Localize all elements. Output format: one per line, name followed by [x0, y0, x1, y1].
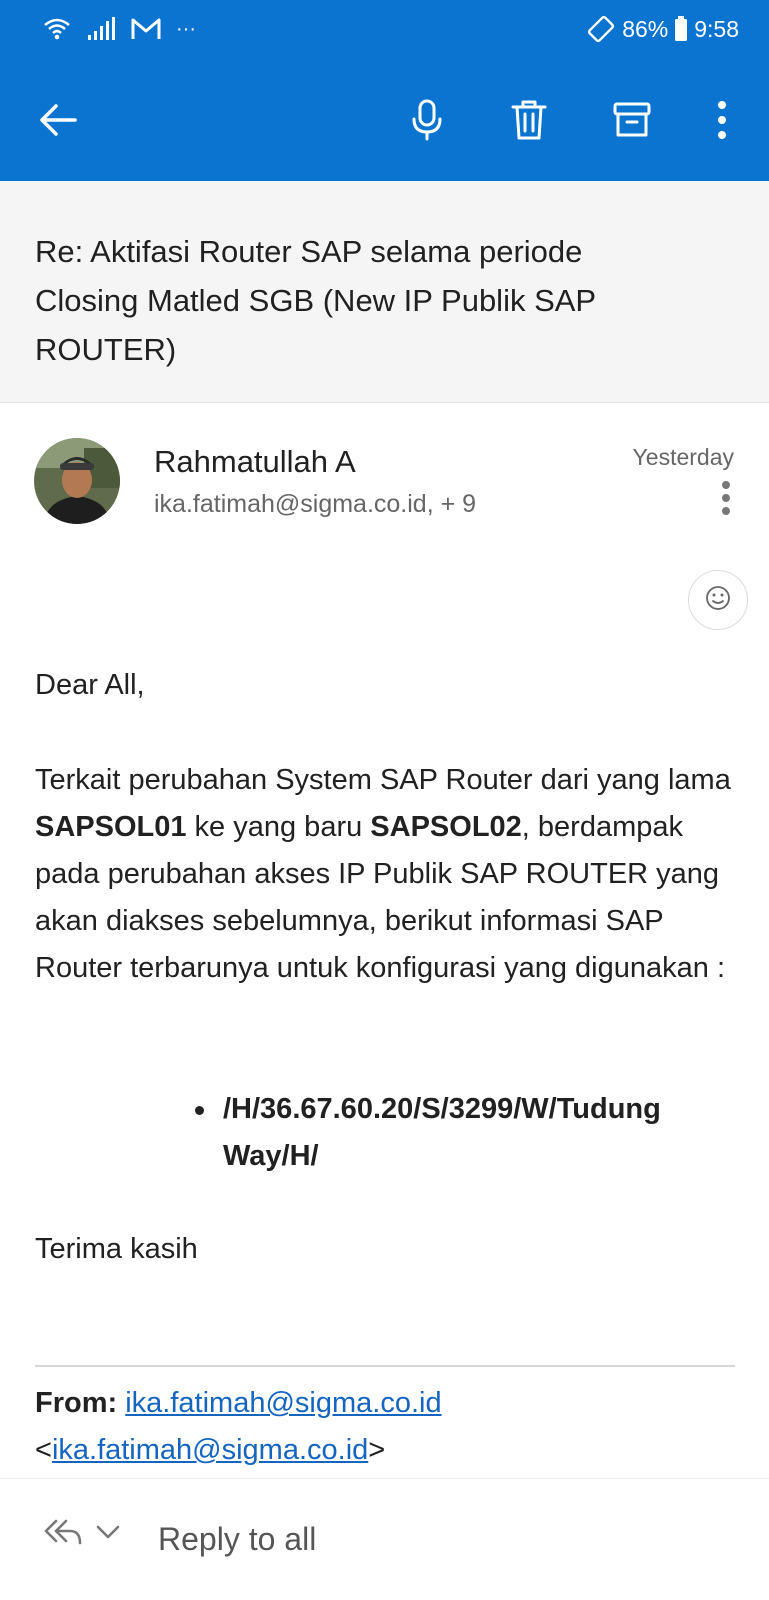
chevron-down-icon — [94, 1522, 122, 1547]
status-bar: ··· 86% 9:58 — [0, 0, 769, 64]
body-text-2: ke yang baru — [186, 811, 371, 843]
battery-icon — [674, 16, 688, 42]
back-button[interactable] — [26, 90, 90, 154]
reply-all-icon — [42, 1515, 84, 1554]
react-button[interactable] — [688, 570, 748, 630]
old-system-name: SAPSOL01 — [35, 811, 187, 843]
wifi-icon — [42, 14, 72, 44]
sender-avatar[interactable] — [34, 438, 120, 524]
from-label: From: — [35, 1387, 118, 1419]
from-email-link[interactable]: ika.fatimah@sigma.co.id — [125, 1387, 441, 1419]
dictate-button[interactable] — [395, 90, 459, 154]
battery-percent: 86% — [622, 15, 669, 42]
toolbar — [0, 64, 769, 181]
body-paragraph: Terkait perubahan System SAP Router dari… — [35, 757, 735, 992]
archive-button[interactable] — [600, 90, 664, 154]
body-text-1: Terkait perubahan System SAP Router dari… — [35, 764, 731, 796]
more-notifications-icon: ··· — [176, 17, 196, 40]
more-vert-icon — [716, 100, 728, 145]
gmail-icon — [130, 16, 162, 42]
trash-icon — [508, 98, 550, 147]
router-bullet: /H/36.67.60.20/S/3299/W/Tudung Way/H/ — [195, 1086, 715, 1180]
quoted-from: From: ika.fatimah@sigma.co.id <ika.fatim… — [35, 1380, 442, 1474]
from-lt: < — [35, 1434, 52, 1466]
microphone-icon — [407, 98, 447, 147]
archive-icon — [611, 99, 653, 146]
clock: 9:58 — [694, 15, 739, 42]
reply-options-button[interactable] — [42, 1515, 122, 1554]
arrow-back-icon — [37, 99, 79, 146]
screen-rotate-icon — [586, 14, 616, 44]
message-date: Yesterday — [632, 444, 734, 470]
app-bar: ··· 86% 9:58 — [0, 0, 769, 181]
message-more-button[interactable] — [706, 480, 746, 520]
new-system-name: SAPSOL02 — [370, 811, 522, 843]
signal-icon — [86, 16, 116, 42]
reply-bar: Reply to all — [0, 1478, 769, 1600]
bullet-dot — [195, 1106, 204, 1115]
recipients[interactable]: ika.fatimah@sigma.co.id, + 9 — [154, 490, 476, 519]
quote-divider — [35, 1365, 735, 1367]
email-subject: Re: Aktifasi Router SAP selama periode C… — [35, 234, 596, 367]
greeting: Dear All, — [35, 669, 145, 701]
smiley-icon — [705, 585, 731, 616]
subject-header: Re: Aktifasi Router SAP selama periode C… — [0, 181, 769, 403]
closing: Terima kasih — [35, 1233, 198, 1265]
router-string: /H/36.67.60.20/S/3299/W/Tudung Way/H/ — [223, 1093, 661, 1172]
more-vert-icon — [721, 480, 731, 521]
reply-to-all-button[interactable]: Reply to all — [158, 1521, 316, 1558]
from-email-link-2[interactable]: ika.fatimah@sigma.co.id — [52, 1434, 368, 1466]
from-gt: > — [368, 1434, 386, 1466]
more-options-button[interactable] — [690, 90, 754, 154]
delete-button[interactable] — [497, 90, 561, 154]
sender-name[interactable]: Rahmatullah A — [154, 444, 356, 480]
